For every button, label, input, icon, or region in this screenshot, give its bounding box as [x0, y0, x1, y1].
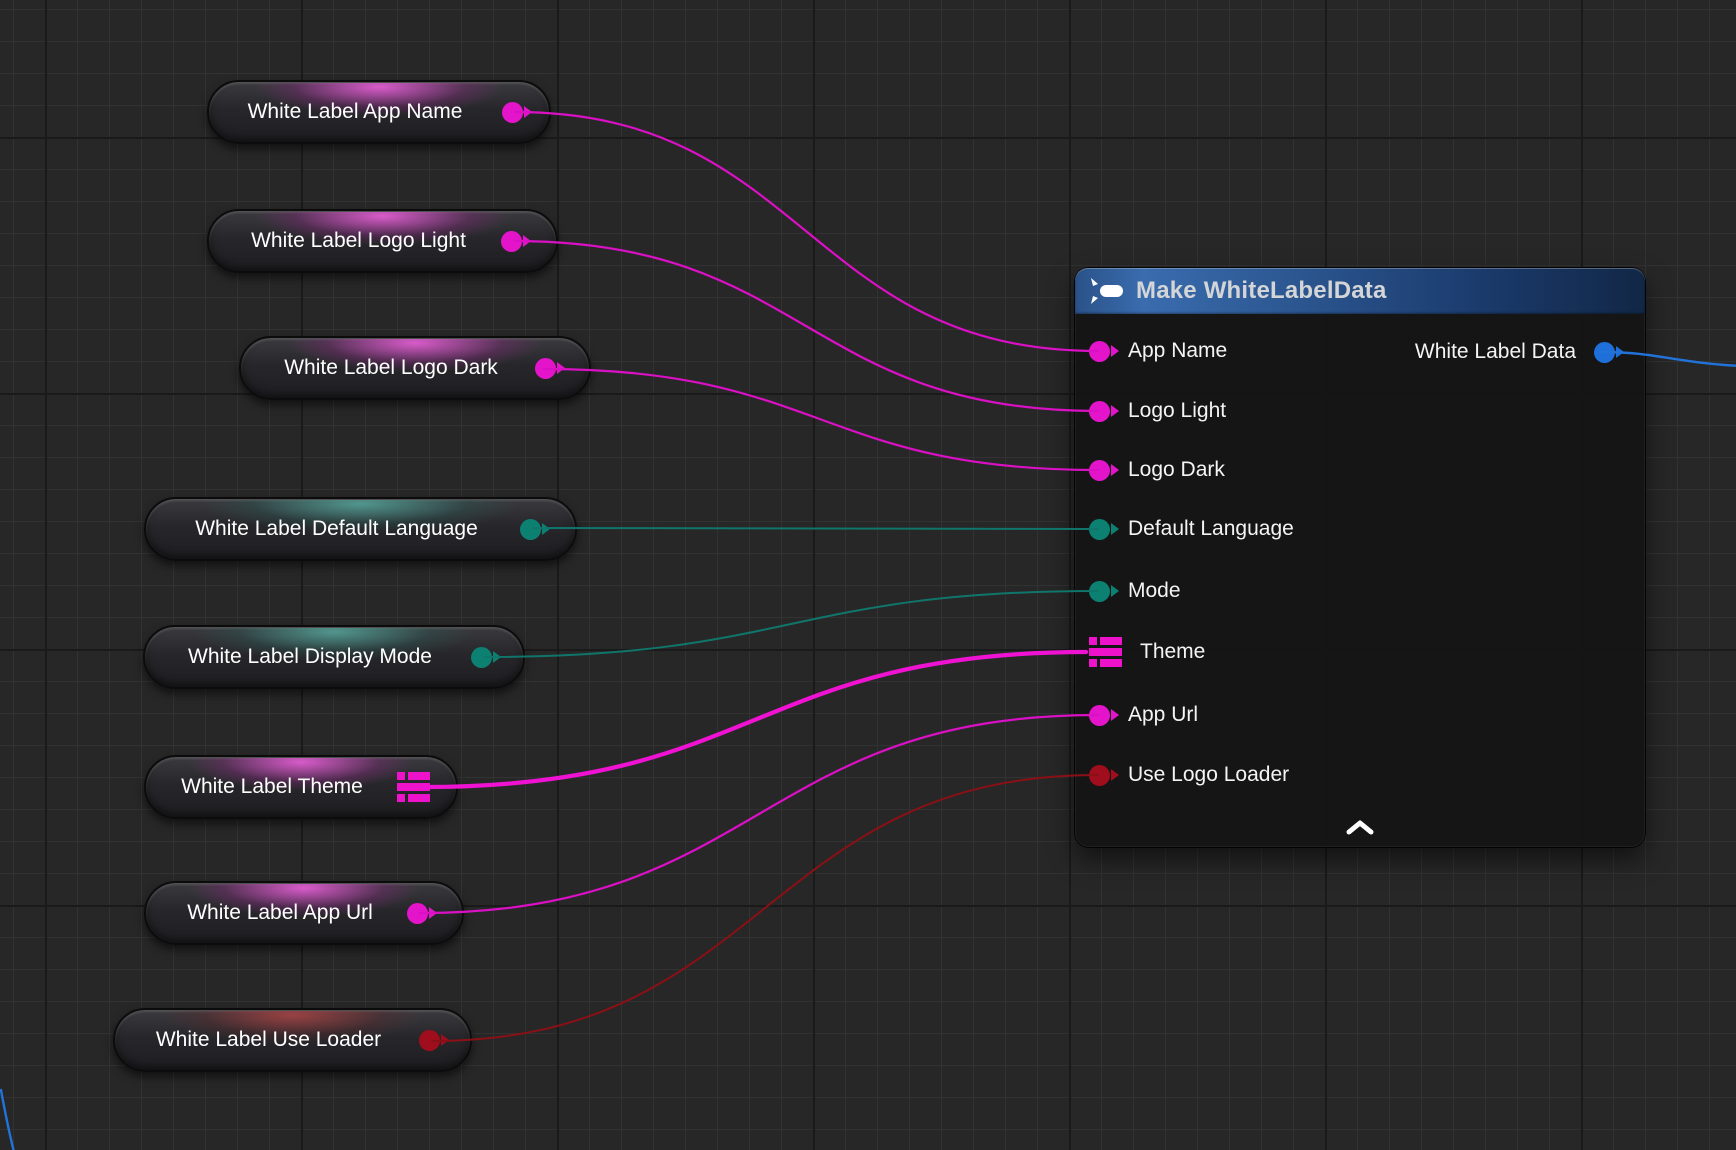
wire-default-language[interactable] [533, 528, 1098, 529]
wire-white-label-data-out[interactable] [1600, 352, 1736, 366]
wire-app-url[interactable] [420, 715, 1098, 913]
wire-offscreen-left[interactable] [1, 1090, 14, 1150]
wire-logo-dark[interactable] [544, 369, 1098, 470]
blueprint-graph-canvas[interactable]: White Label App Name White Label Logo Li… [0, 0, 1736, 1150]
wire-display-mode[interactable] [484, 591, 1098, 657]
wire-theme[interactable] [424, 652, 1086, 787]
wire-use-loader[interactable] [432, 775, 1098, 1041]
wire-app-name[interactable] [515, 112, 1098, 351]
wire-logo-light[interactable] [514, 241, 1098, 411]
